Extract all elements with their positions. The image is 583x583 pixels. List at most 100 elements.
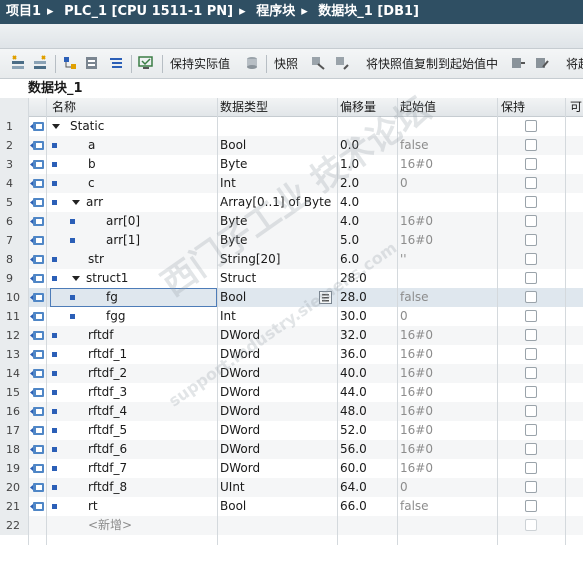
row-number[interactable]: 17 (0, 421, 28, 440)
cell-offset[interactable]: 64.0 (340, 478, 395, 497)
keep-actual-values-button[interactable]: 保持实际值 (170, 55, 230, 73)
table-row[interactable]: 13 rftdf_1 DWord 36.0 16#0 (0, 345, 583, 364)
retain-checkbox[interactable] (525, 272, 537, 284)
cell-start-value[interactable]: 0 (400, 174, 495, 193)
collapse-all-icon[interactable] (84, 55, 100, 71)
table-row[interactable]: 8 str String[20] 6.0 '' (0, 250, 583, 269)
row-number[interactable]: 14 (0, 364, 28, 383)
cell-offset[interactable]: 66.0 (340, 497, 395, 516)
cell-start-value[interactable] (400, 193, 495, 212)
cell-name[interactable]: rftdf_3 (88, 383, 216, 402)
cell-start-value[interactable] (400, 269, 495, 288)
retain-checkbox[interactable] (525, 120, 537, 132)
cell-offset[interactable]: 4.0 (340, 193, 395, 212)
row-number[interactable]: 6 (0, 212, 28, 231)
header-retain[interactable]: 保持 (501, 98, 561, 117)
header-name[interactable]: 名称 (52, 98, 212, 117)
cell-name[interactable]: a (88, 136, 216, 155)
row-number[interactable]: 16 (0, 402, 28, 421)
snapshot-button[interactable]: 快照 (274, 55, 298, 73)
cell-data-type[interactable]: DWord (220, 345, 335, 364)
retain-checkbox[interactable] (525, 386, 537, 398)
row-number[interactable]: 11 (0, 307, 28, 326)
cell-offset[interactable] (340, 516, 395, 535)
retain-checkbox[interactable] (525, 158, 537, 170)
cell-offset[interactable]: 30.0 (340, 307, 395, 326)
retain-checkbox[interactable] (525, 196, 537, 208)
cell-data-type[interactable]: Byte (220, 212, 335, 231)
cell-name[interactable]: arr[1] (106, 231, 216, 250)
cell-start-value[interactable]: '' (400, 250, 495, 269)
breadcrumb-blocks[interactable]: 程序块 (256, 4, 295, 19)
row-number[interactable]: 1 (0, 117, 28, 136)
cell-name[interactable]: <新增> (88, 516, 216, 535)
row-number[interactable]: 3 (0, 155, 28, 174)
table-row[interactable]: 4 c Int 2.0 0 (0, 174, 583, 193)
row-number[interactable]: 2 (0, 136, 28, 155)
table-row[interactable]: 2 a Bool 0.0 false (0, 136, 583, 155)
load-snapshot-icon[interactable] (334, 55, 350, 71)
table-row[interactable]: 6 arr[0] Byte 4.0 16#0 (0, 212, 583, 231)
row-number[interactable]: 4 (0, 174, 28, 193)
cell-data-type[interactable]: DWord (220, 383, 335, 402)
expand-toggle-icon[interactable] (72, 276, 80, 281)
cell-name[interactable]: fgg (106, 307, 216, 326)
retain-checkbox[interactable] (525, 253, 537, 265)
copy-snapshot-icon[interactable] (310, 55, 326, 71)
cell-start-value[interactable] (400, 516, 495, 535)
header-extra[interactable]: 可 (570, 98, 583, 117)
cell-offset[interactable]: 48.0 (340, 402, 395, 421)
retain-checkbox[interactable] (525, 234, 537, 246)
copy-snapshot-to-start-button[interactable]: 将快照值复制到起始值中 (366, 55, 498, 73)
snapshot-cylinder-icon[interactable] (244, 55, 260, 71)
truncated-button[interactable]: 将起 (566, 55, 583, 73)
row-number[interactable]: 10 (0, 288, 28, 307)
cell-start-value[interactable]: 16#0 (400, 421, 495, 440)
cell-name[interactable]: rftdf_5 (88, 421, 216, 440)
cell-name[interactable]: rftdf_6 (88, 440, 216, 459)
cell-name[interactable]: str (88, 250, 216, 269)
cell-start-value[interactable]: 16#0 (400, 383, 495, 402)
retain-checkbox[interactable] (525, 424, 537, 436)
row-number[interactable]: 7 (0, 231, 28, 250)
row-number[interactable]: 8 (0, 250, 28, 269)
cell-data-type[interactable]: DWord (220, 364, 335, 383)
expand-toggle-icon[interactable] (52, 124, 60, 129)
expand-all-icon[interactable] (62, 55, 78, 71)
retain-checkbox[interactable] (525, 500, 537, 512)
cell-data-type[interactable]: Array[0..1] of Byte (220, 193, 335, 212)
row-number[interactable]: 12 (0, 326, 28, 345)
retain-checkbox[interactable] (525, 481, 537, 493)
cell-start-value[interactable]: 16#0 (400, 155, 495, 174)
retain-checkbox[interactable] (525, 329, 537, 341)
cell-name[interactable]: b (88, 155, 216, 174)
table-row[interactable]: 22 <新增> (0, 516, 583, 535)
header-offset[interactable]: 偏移量 (340, 98, 395, 117)
retain-checkbox[interactable] (525, 462, 537, 474)
cell-offset[interactable]: 28.0 (340, 269, 395, 288)
table-row[interactable]: 12 rftdf DWord 32.0 16#0 (0, 326, 583, 345)
cell-name[interactable]: rftdf (88, 326, 216, 345)
cell-name[interactable]: rt (88, 497, 216, 516)
cell-offset[interactable] (340, 117, 395, 136)
row-number[interactable]: 9 (0, 269, 28, 288)
cell-offset[interactable]: 56.0 (340, 440, 395, 459)
table-row[interactable]: 10 fg Bool 28.0 false (0, 288, 583, 307)
cell-data-type[interactable]: Int (220, 174, 335, 193)
cell-data-type[interactable] (220, 516, 335, 535)
retain-checkbox[interactable] (525, 215, 537, 227)
cell-start-value[interactable]: false (400, 497, 495, 516)
table-row[interactable]: 5 arr Array[0..1] of Byte 4.0 (0, 193, 583, 212)
cell-name[interactable]: rftdf_2 (88, 364, 216, 383)
header-start-value[interactable]: 起始值 (400, 98, 495, 117)
cell-offset[interactable]: 40.0 (340, 364, 395, 383)
insert-row-icon[interactable] (10, 55, 26, 71)
cell-offset[interactable]: 36.0 (340, 345, 395, 364)
cell-data-type[interactable]: Byte (220, 231, 335, 250)
cell-start-value[interactable]: 16#0 (400, 231, 495, 250)
cell-data-type[interactable]: String[20] (220, 250, 335, 269)
reset-start-icon[interactable] (510, 55, 526, 71)
monitor-icon[interactable] (138, 55, 154, 71)
row-number[interactable]: 18 (0, 440, 28, 459)
name-edit-box[interactable] (50, 288, 217, 307)
